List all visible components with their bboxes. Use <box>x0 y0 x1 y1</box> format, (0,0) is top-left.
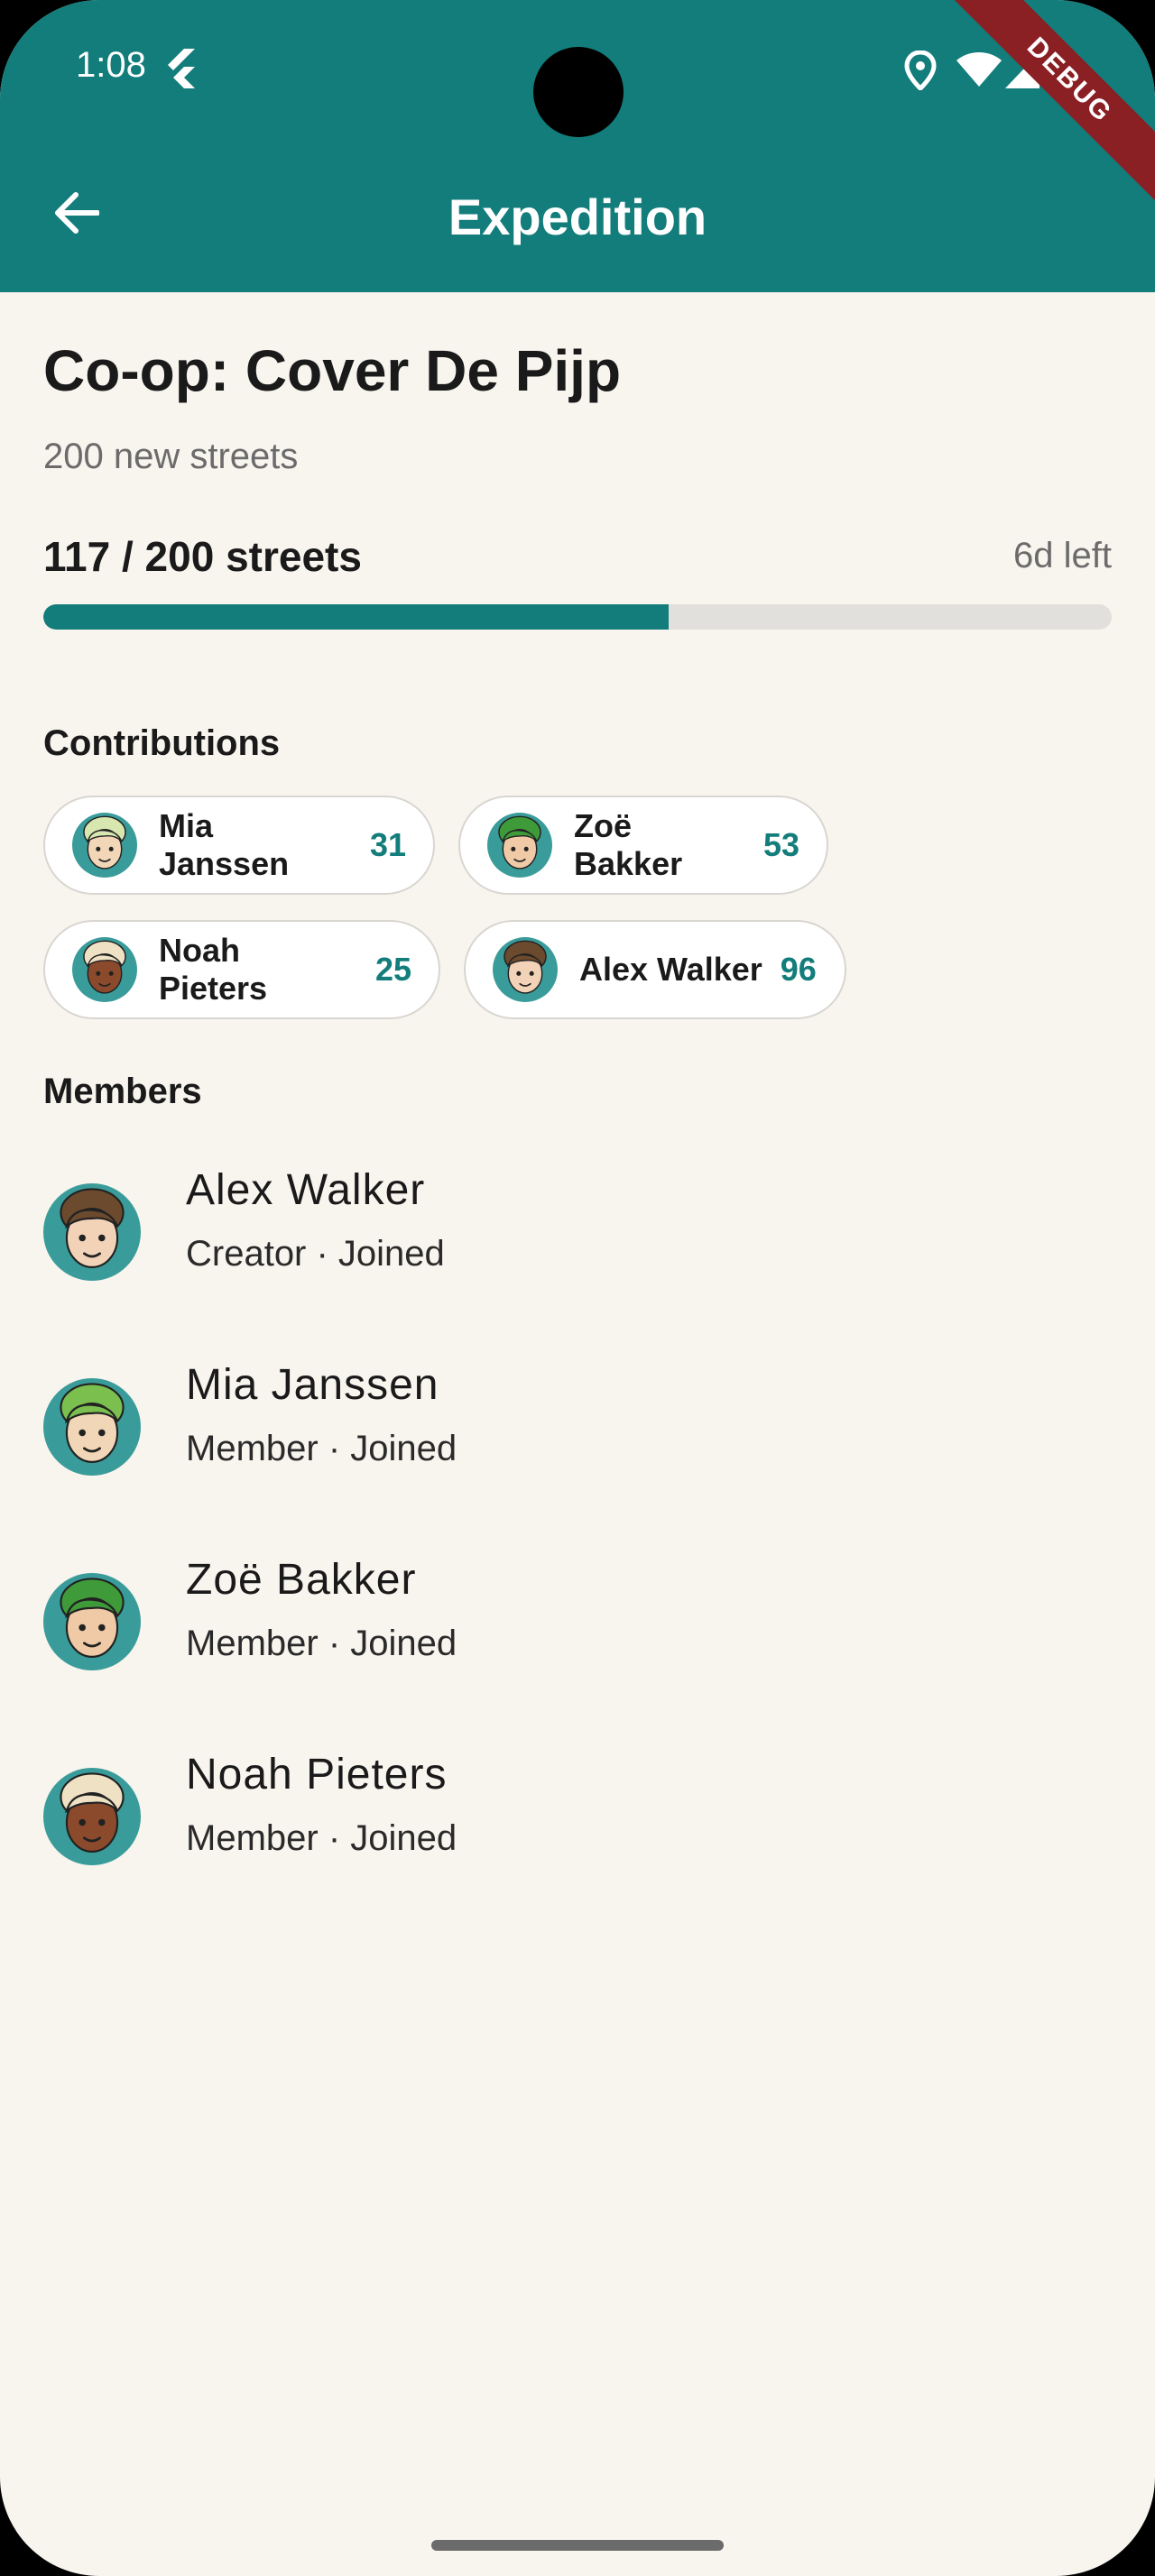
contributions-heading: Contributions <box>43 723 281 763</box>
member-name: Mia Janssen <box>186 1361 439 1409</box>
app-bar: 1:08 DEBUG Expedition <box>0 0 1155 292</box>
avatar-face-icon <box>504 940 547 994</box>
avatar-face-icon <box>83 940 126 994</box>
member-name: Alex Walker <box>186 1166 426 1214</box>
avatar-face-icon <box>498 815 541 869</box>
member-role: Member · Joined <box>186 1818 457 1858</box>
progress-label: 117 / 200 streets <box>43 533 362 580</box>
contributor-name: Alex Walker <box>579 951 762 988</box>
app-screen: 1:08 DEBUG Expedition Co-op: Cover De Pi… <box>0 0 1155 2576</box>
avatar <box>43 1768 141 1865</box>
progress-bar <box>43 604 1112 630</box>
location-icon <box>904 51 937 90</box>
contribution-chip[interactable]: Alex Walker 96 <box>464 920 846 1019</box>
expedition-name: Co-op: Cover De Pijp <box>43 338 622 403</box>
contributor-count: 96 <box>780 951 817 988</box>
contributor-name: Noah Pieters <box>159 932 268 1007</box>
contributor-name: Zoë Bakker <box>574 807 683 882</box>
avatar <box>72 813 137 878</box>
avatar <box>493 937 558 1002</box>
avatar-face-icon <box>60 1383 125 1463</box>
debug-banner: DEBUG <box>947 0 1155 203</box>
expedition-subtitle: 200 new streets <box>43 437 299 476</box>
avatar-face-icon <box>60 1188 125 1268</box>
wifi-icon <box>956 52 1002 87</box>
contributor-count: 25 <box>374 951 411 988</box>
member-role: Creator · Joined <box>186 1234 445 1274</box>
member-role: Member · Joined <box>186 1429 457 1468</box>
avatar <box>487 813 552 878</box>
avatar <box>43 1183 141 1281</box>
member-row[interactable]: Alex Walker Creator · Joined <box>43 1127 1112 1322</box>
avatar <box>72 937 137 1002</box>
progress-fill <box>43 604 669 630</box>
camera-cutout <box>533 47 624 137</box>
contributor-name: Mia Janssen <box>159 807 290 882</box>
contributor-count: 31 <box>369 826 406 863</box>
contribution-chip[interactable]: Mia Janssen 31 <box>43 796 435 895</box>
avatar-face-icon <box>60 1578 125 1658</box>
member-row[interactable]: Mia Janssen Member · Joined <box>43 1322 1112 1517</box>
member-name: Noah Pieters <box>186 1751 448 1799</box>
member-row[interactable]: Noah Pieters Member · Joined <box>43 1712 1112 1907</box>
avatar <box>43 1573 141 1670</box>
status-time: 1:08 <box>76 45 146 85</box>
flutter-icon <box>168 49 195 88</box>
member-row[interactable]: Zoë Bakker Member · Joined <box>43 1517 1112 1712</box>
home-indicator[interactable] <box>431 2540 724 2551</box>
avatar <box>43 1378 141 1476</box>
avatar-face-icon <box>83 815 126 869</box>
member-role: Member · Joined <box>186 1624 457 1663</box>
contributor-count: 53 <box>762 826 799 863</box>
avatar-face-icon <box>60 1772 125 1853</box>
contribution-chip[interactable]: Zoë Bakker 53 <box>458 796 828 895</box>
page-title: Expedition <box>448 189 707 245</box>
members-heading: Members <box>43 1072 202 1111</box>
member-name: Zoë Bakker <box>186 1556 417 1604</box>
time-left: 6d left <box>1013 536 1112 575</box>
contribution-chip[interactable]: Noah Pieters 25 <box>43 920 440 1019</box>
